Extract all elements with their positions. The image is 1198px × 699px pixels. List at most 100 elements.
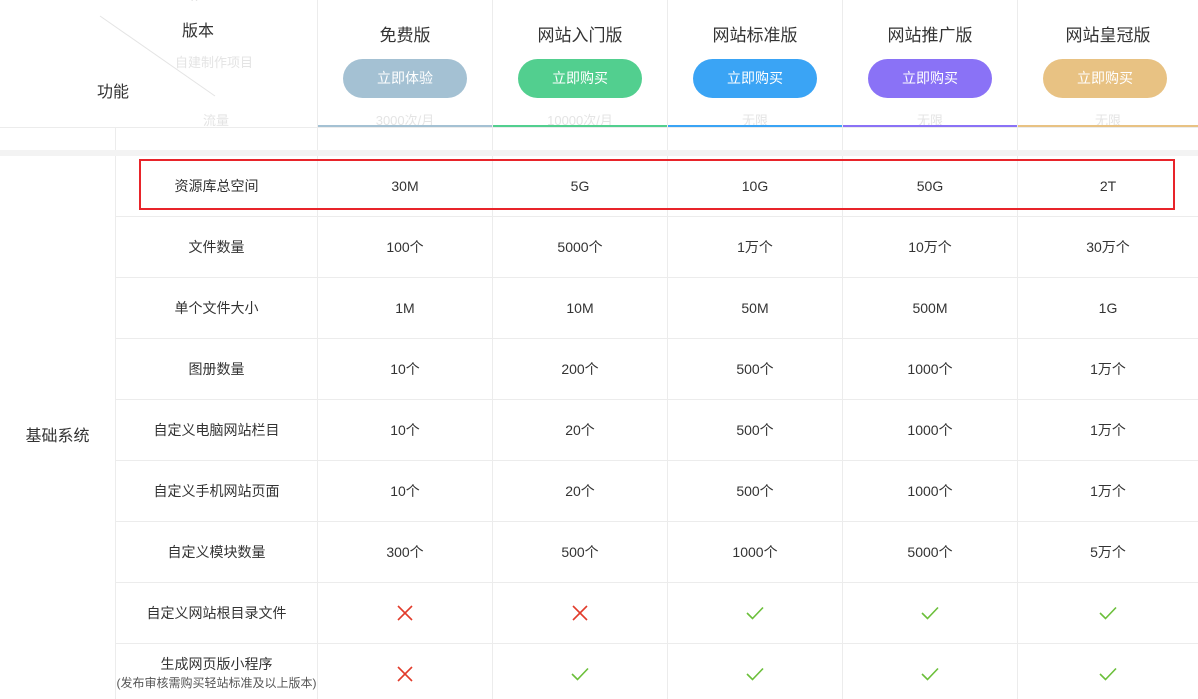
cell-value: 5000个 xyxy=(557,239,603,255)
value-cell: 100个 xyxy=(318,217,493,277)
feature-name-cell: 自定义模块数量 xyxy=(116,522,318,582)
table-row: 资源库总空间 30M 5G 10G 50G 2T xyxy=(116,156,1198,217)
version-label: 版本 xyxy=(182,23,215,40)
cell-value: 1000个 xyxy=(907,422,953,438)
feature-name-cell: 资源库总空间 xyxy=(116,156,318,216)
cell-value: 10个 xyxy=(390,361,420,377)
category-label: 基础系统 xyxy=(25,428,90,445)
cell-value: 1M xyxy=(395,300,415,316)
value-cell xyxy=(318,644,493,699)
value-cell: 50M xyxy=(668,278,843,338)
feature-label: 资源库总空间 xyxy=(174,178,259,194)
cell-value: 1万个 xyxy=(1090,361,1126,377)
check-icon xyxy=(746,667,764,681)
cross-icon xyxy=(572,605,588,621)
cell-value: 500个 xyxy=(736,422,774,438)
feature-name-cell: 生成网页版小程序 (发布审核需购买轻站标准及以上版本) xyxy=(116,644,318,699)
cell-value: 1G xyxy=(1098,300,1118,316)
cell-value: 10G xyxy=(741,178,769,194)
value-cell xyxy=(493,644,668,699)
value-cell: 30M xyxy=(318,156,493,216)
try-now-button[interactable]: 立即体验 xyxy=(343,59,467,98)
value-cell: 10万个 xyxy=(843,217,1018,277)
plan-name: 网站推广版 xyxy=(887,26,973,45)
value-cell: 500个 xyxy=(493,522,668,582)
table-row: 文件数量 100个 5000个 1万个 10万个 30万个 xyxy=(116,217,1198,278)
buy-now-button[interactable]: 立即购买 xyxy=(693,59,817,98)
value-cell: 300个 xyxy=(318,522,493,582)
check-icon xyxy=(921,606,939,620)
cell-value: 5G xyxy=(570,178,590,194)
value-cell: 500M xyxy=(843,278,1018,338)
cell-value: 1万个 xyxy=(1090,483,1126,499)
cell-value: 1万个 xyxy=(737,239,773,255)
plan-name: 网站入门版 xyxy=(537,26,623,45)
value-cell xyxy=(493,583,668,643)
cell-value: 500个 xyxy=(736,483,774,499)
value-cell: 1000个 xyxy=(843,339,1018,399)
check-icon xyxy=(921,667,939,681)
value-cell xyxy=(668,583,843,643)
check-icon xyxy=(1099,667,1117,681)
plan-name: 免费版 xyxy=(379,26,431,45)
value-cell: 500个 xyxy=(668,461,843,521)
cell-value: 100个 xyxy=(386,239,424,255)
value-cell: 5G xyxy=(493,156,668,216)
cell-value: 50M xyxy=(741,300,769,316)
value-cell xyxy=(843,644,1018,699)
table-row: 单个文件大小 1M 10M 50M 500M 1G xyxy=(116,278,1198,339)
value-cell: 500个 xyxy=(668,400,843,460)
table-row: 生成网页版小程序 (发布审核需购买轻站标准及以上版本) xyxy=(116,644,1198,699)
feature-label: 自定义模块数量 xyxy=(167,544,266,560)
value-cell: 2T xyxy=(1018,156,1198,216)
value-cell: 1M xyxy=(318,278,493,338)
buy-now-button[interactable]: 立即购买 xyxy=(868,59,992,98)
diagonal-divider xyxy=(99,15,216,97)
buy-now-button[interactable]: 立即购买 xyxy=(1043,59,1167,98)
value-cell: 10G xyxy=(668,156,843,216)
value-cell: 10个 xyxy=(318,339,493,399)
feature-label: 自定义网站根目录文件 xyxy=(146,605,287,621)
cell-value: 1万个 xyxy=(1090,422,1126,438)
value-cell: 10个 xyxy=(318,400,493,460)
cell-value: 10万个 xyxy=(908,239,952,255)
value-cell xyxy=(668,644,843,699)
value-cell: 1万个 xyxy=(1018,400,1198,460)
feature-name-cell: 自定义电脑网站栏目 xyxy=(116,400,318,460)
value-cell: 1万个 xyxy=(1018,339,1198,399)
value-cell xyxy=(1018,583,1198,643)
cross-icon xyxy=(397,605,413,621)
feature-name-cell: 自定义手机网站页面 xyxy=(116,461,318,521)
buy-now-button[interactable]: 立即购买 xyxy=(518,59,642,98)
value-cell: 5000个 xyxy=(493,217,668,277)
value-cell: 1万个 xyxy=(668,217,843,277)
function-label: 功能 xyxy=(97,84,130,101)
value-cell: 5000个 xyxy=(843,522,1018,582)
value-cell xyxy=(1018,644,1198,699)
table-row: 自定义电脑网站栏目 10个 20个 500个 1000个 1万个 xyxy=(116,400,1198,461)
value-cell: 10M xyxy=(493,278,668,338)
feature-label: 文件数量 xyxy=(188,239,245,255)
category-cell: 基础系统 xyxy=(0,156,116,699)
table-row: 图册数量 10个 200个 500个 1000个 1万个 xyxy=(116,339,1198,400)
plan-standard: 网站标准版 立即购买 无限 xyxy=(668,0,843,128)
feature-name-cell: 自定义网站根目录文件 xyxy=(116,583,318,643)
cell-value: 10个 xyxy=(390,483,420,499)
cell-value: 500M xyxy=(912,300,948,316)
feature-label: 自定义手机网站页面 xyxy=(153,483,280,499)
cell-value: 500个 xyxy=(736,361,774,377)
cell-value: 1000个 xyxy=(907,361,953,377)
value-cell: 1G xyxy=(1018,278,1198,338)
cell-value: 20个 xyxy=(565,483,595,499)
value-cell: 200个 xyxy=(493,339,668,399)
value-cell: 5万个 xyxy=(1018,522,1198,582)
cell-value: 200个 xyxy=(561,361,599,377)
plan-name: 网站标准版 xyxy=(712,26,798,45)
plan-header: ·· 自建制作项目 流量 版本 功能 免费版 立即体验 3000次/月 网站入门… xyxy=(0,0,1198,128)
plan-promotion: 网站推广版 立即购买 无限 xyxy=(843,0,1018,128)
ghost-label: 自建制作项目 xyxy=(175,55,254,70)
value-cell: 1000个 xyxy=(843,400,1018,460)
feature-name-cell: 图册数量 xyxy=(116,339,318,399)
check-icon xyxy=(571,667,589,681)
cell-value: 5万个 xyxy=(1090,544,1126,560)
